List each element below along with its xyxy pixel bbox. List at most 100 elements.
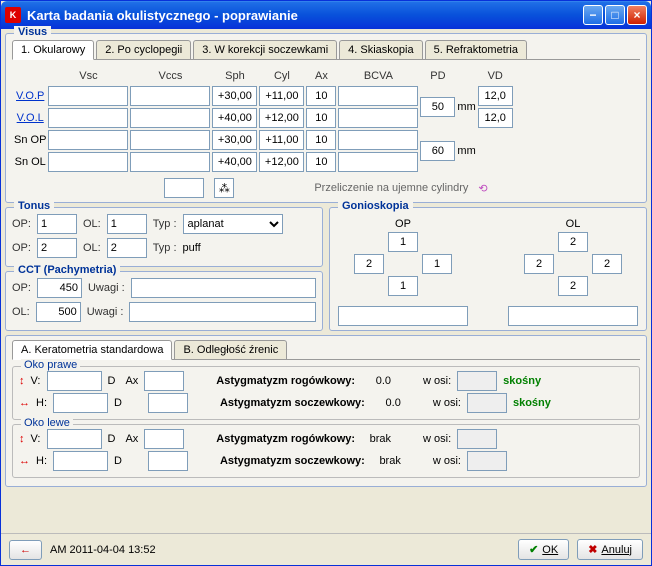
vol-bcva[interactable] (338, 108, 418, 128)
tonus-ol-lbl: OL: (83, 218, 101, 230)
vol-sph[interactable] (212, 108, 257, 128)
anuluj-button[interactable]: ✖Anuluj (577, 539, 643, 560)
gonio-op-bottom[interactable] (388, 276, 418, 296)
kerato-group: A. Keratometria standardowa B. Odległość… (5, 335, 647, 487)
tonus-ol-1[interactable] (107, 214, 147, 234)
gonio-ol-left[interactable] (524, 254, 554, 274)
row-vol-label[interactable]: V.O.L (17, 112, 44, 124)
tab-korekcji[interactable]: 3. W korekcji soczewkami (193, 40, 337, 59)
vop-sph[interactable] (212, 86, 257, 106)
tab-skiaskopia[interactable]: 4. Skiaskopia (339, 40, 422, 59)
visus-group: Visus 1. Okularowy 2. Po cyclopegii 3. W… (5, 33, 647, 203)
gonio-ol-note[interactable] (508, 306, 638, 326)
pd-1[interactable] (420, 97, 455, 117)
snop-sph[interactable] (212, 130, 257, 150)
vop-vsc[interactable] (48, 86, 128, 106)
mm-1: mm (457, 101, 475, 113)
oko-prawe-legend: Oko prawe (21, 359, 80, 371)
gonio-op-top[interactable] (388, 232, 418, 252)
op-wosi-socz (467, 393, 507, 413)
gonio-op-lbl: OP (395, 218, 411, 230)
col-sph: Sph (212, 68, 257, 84)
conv-input[interactable] (164, 178, 204, 198)
back-button[interactable]: ← (9, 540, 42, 560)
row-vop-label[interactable]: V.O.P (16, 90, 44, 102)
snol-ax[interactable] (306, 152, 336, 172)
vol-vd[interactable] (478, 108, 513, 128)
op-v-ax[interactable] (144, 371, 184, 391)
snol-vsc[interactable] (48, 152, 128, 172)
visus-legend: Visus (14, 26, 51, 38)
cct-legend: CCT (Pachymetria) (14, 264, 120, 276)
close-button[interactable]: × (627, 5, 647, 25)
vop-vd[interactable] (478, 86, 513, 106)
arrow-left-icon: ← (20, 544, 31, 556)
tonus-op-1[interactable] (37, 214, 77, 234)
vop-ax[interactable] (306, 86, 336, 106)
ol-h-ax[interactable] (148, 451, 188, 471)
vop-bcva[interactable] (338, 86, 418, 106)
vol-ax[interactable] (306, 108, 336, 128)
ol-h-d[interactable] (53, 451, 108, 471)
gonio-ol: OL (508, 218, 638, 326)
gonio-ol-lbl: OL (566, 218, 581, 230)
ol-v-ax[interactable] (144, 429, 184, 449)
row-snol-label: Sn OL (15, 156, 46, 168)
cct-group: CCT (Pachymetria) OP: Uwagi : OL: Uwagi … (5, 271, 323, 331)
cct-uwagi-op[interactable] (131, 278, 316, 298)
snop-vccs[interactable] (130, 130, 210, 150)
op-v-d[interactable] (47, 371, 102, 391)
pd-2[interactable] (420, 141, 455, 161)
tonus-group: Tonus OP: OL: Typ : aplanat OP: OL: (5, 207, 323, 267)
op-h-d[interactable] (53, 393, 108, 413)
col-bcva: BCVA (338, 68, 418, 84)
snol-cyl[interactable] (259, 152, 304, 172)
tonus-op-2[interactable] (37, 238, 77, 258)
tonus-typ-1[interactable]: aplanat (183, 214, 283, 234)
arrow-horizontal-icon: ↔ (19, 455, 30, 467)
op-h-ax[interactable] (148, 393, 188, 413)
col-vsc: Vsc (48, 68, 128, 84)
gonio-op-left[interactable] (354, 254, 384, 274)
snol-bcva[interactable] (338, 152, 418, 172)
gonio-ol-top[interactable] (558, 232, 588, 252)
vol-vccs[interactable] (130, 108, 210, 128)
tab-kerato-a[interactable]: A. Keratometria standardowa (12, 340, 172, 360)
snop-cyl[interactable] (259, 130, 304, 150)
app-icon: K (5, 7, 21, 23)
check-icon: ✔ (529, 543, 538, 556)
cct-op[interactable] (37, 278, 82, 298)
gonio-op-right[interactable] (422, 254, 452, 274)
ok-button[interactable]: ✔OK (518, 539, 569, 560)
mm-2: mm (457, 145, 475, 157)
snop-bcva[interactable] (338, 130, 418, 150)
vop-vccs[interactable] (130, 86, 210, 106)
maximize-button[interactable]: □ (605, 5, 625, 25)
table-row: Sn OP mm (14, 130, 513, 150)
vop-cyl[interactable] (259, 86, 304, 106)
snol-vccs[interactable] (130, 152, 210, 172)
ol-v-d[interactable] (47, 429, 102, 449)
snol-sph[interactable] (212, 152, 257, 172)
tab-refraktometria[interactable]: 5. Refraktometria (425, 40, 527, 59)
tab-okularowy[interactable]: 1. Okularowy (12, 40, 94, 60)
tab-cyclopegii[interactable]: 2. Po cyclopegii (96, 40, 191, 59)
vol-vsc[interactable] (48, 108, 128, 128)
gonio-legend: Gonioskopia (338, 200, 413, 212)
gonio-ol-bottom[interactable] (558, 276, 588, 296)
cct-ol[interactable] (36, 302, 81, 322)
conv-glyph-button[interactable]: ⁂ (214, 178, 234, 198)
conv-label: Przeliczenie na ujemne cylindry (314, 182, 468, 194)
gonio-op: OP (338, 218, 468, 326)
cct-uwagi-ol[interactable] (129, 302, 316, 322)
arrow-horizontal-icon: ↔ (19, 397, 30, 409)
snop-ax[interactable] (306, 130, 336, 150)
snop-vsc[interactable] (48, 130, 128, 150)
tonus-ol-2[interactable] (107, 238, 147, 258)
conv-icon[interactable]: ⟲ (478, 182, 487, 195)
tab-kerato-b[interactable]: B. Odległość źrenic (174, 340, 287, 359)
vol-cyl[interactable] (259, 108, 304, 128)
minimize-button[interactable]: − (583, 5, 603, 25)
gonio-op-note[interactable] (338, 306, 468, 326)
gonio-ol-right[interactable] (592, 254, 622, 274)
